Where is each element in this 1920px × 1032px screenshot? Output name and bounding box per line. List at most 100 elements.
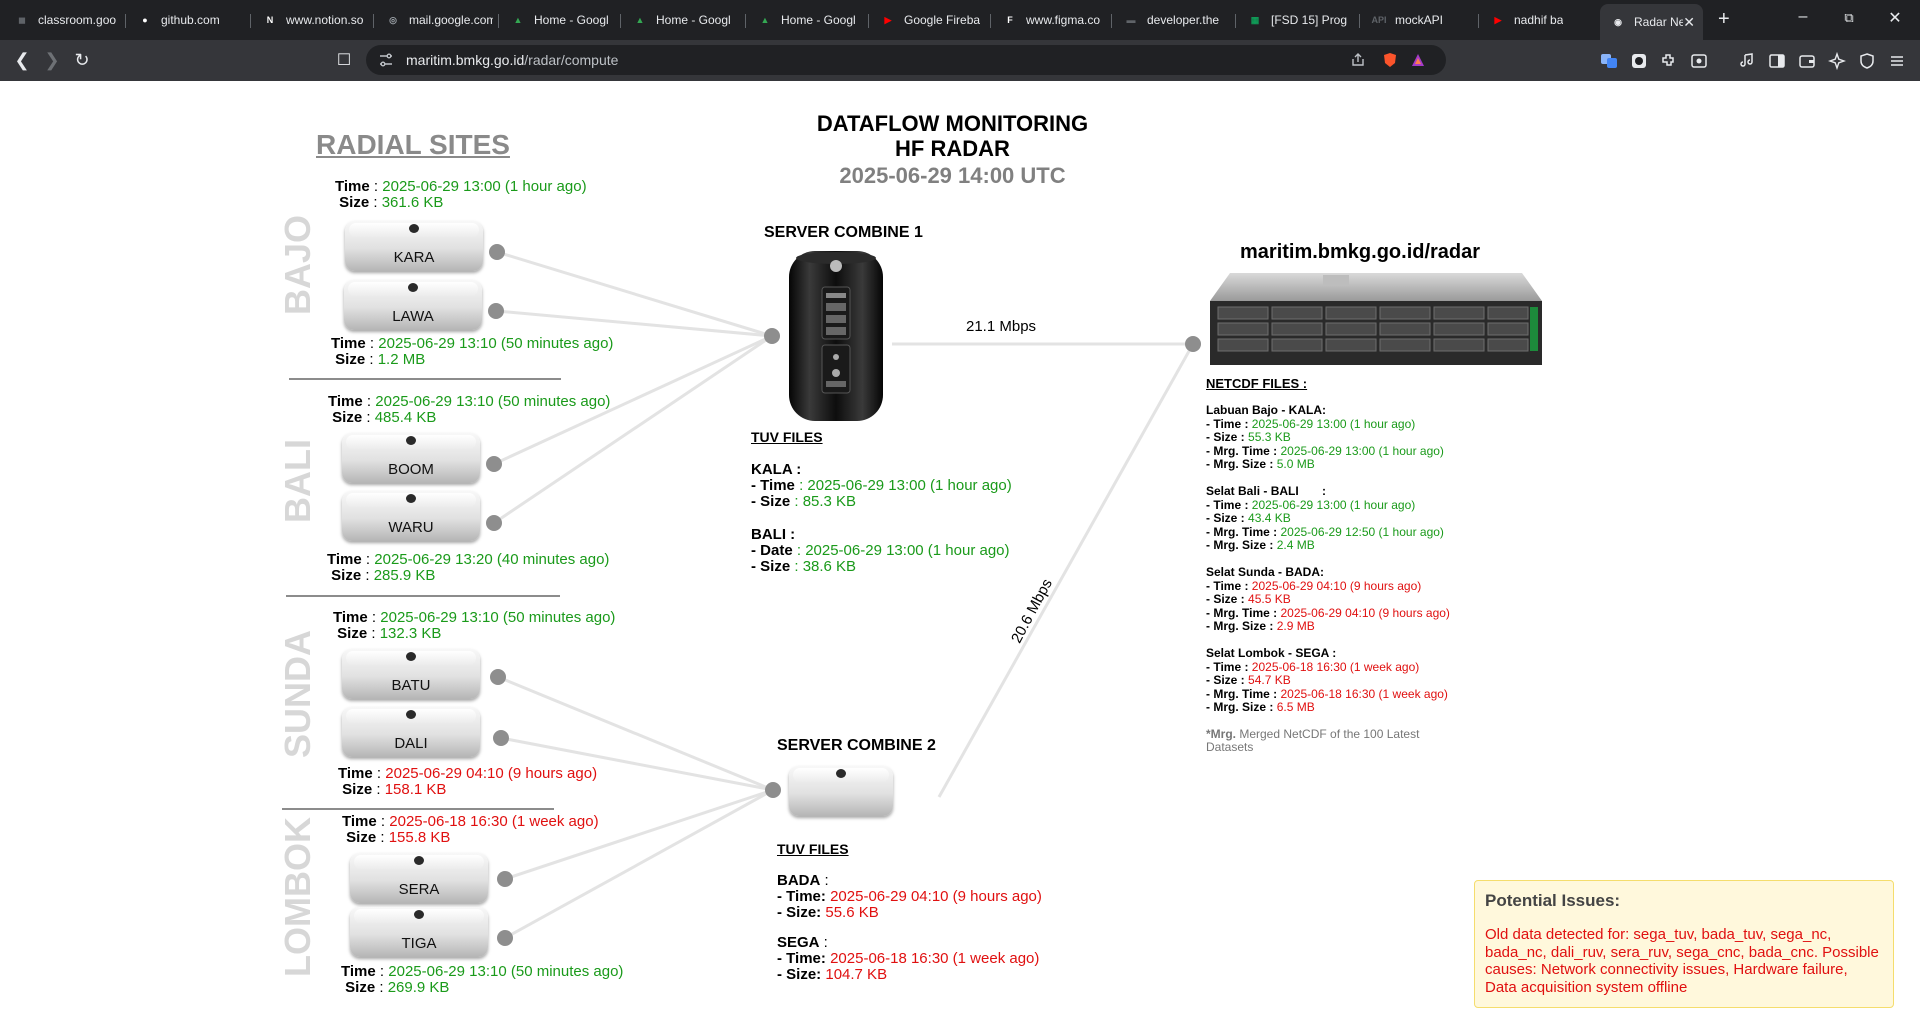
close-tab-icon[interactable]: ✕ xyxy=(1683,14,1695,31)
browser-tab[interactable]: ▲ Home - Googl xyxy=(500,6,618,34)
new-tab-button[interactable]: + xyxy=(1718,8,1730,31)
bali-top-meta: Time : 2025-06-29 13:10 (50 minutes ago)… xyxy=(328,393,611,426)
minimize-icon[interactable]: – xyxy=(1780,8,1826,26)
browser-tab[interactable]: Fwww.figma.co xyxy=(992,6,1110,34)
region-label-bali: BALI xyxy=(277,439,318,523)
youtube-icon: ▶ xyxy=(884,14,892,25)
browser-tab[interactable]: ◼ classroom.goo xyxy=(4,6,122,34)
apple-logo-icon xyxy=(414,910,424,919)
tab-separator xyxy=(1359,14,1360,28)
translate-icon[interactable] xyxy=(1600,52,1618,70)
leo-ai-icon[interactable] xyxy=(1828,52,1846,70)
site-tiga[interactable]: TIGA xyxy=(350,907,488,957)
puzzle-icon[interactable] xyxy=(1660,52,1678,70)
apple-logo-icon xyxy=(409,224,419,233)
sunda-top-size: 132.3 KB xyxy=(379,625,442,642)
site-label: WARU xyxy=(388,519,434,536)
forward-icon[interactable]: ❯ xyxy=(40,48,64,72)
region-label-bajo: BAJO xyxy=(277,214,318,316)
site-lawa[interactable]: LAWA xyxy=(344,280,482,330)
notion-icon: N xyxy=(266,15,274,25)
server2-bada-files: BADA : - Time: 2025-06-29 04:10 (9 hours… xyxy=(777,872,1042,921)
back-icon[interactable]: ❮ xyxy=(10,48,34,72)
tab-title: www.figma.co xyxy=(1026,13,1101,27)
browser-tab[interactable]: ● github.com xyxy=(127,6,245,34)
browser-tab[interactable]: ▲ Home - Googl xyxy=(747,6,865,34)
browser-toolbar: ❮ ❯ ↻ ☐ maritim.bmkg.go.id/radar/compute xyxy=(0,40,1920,81)
site-kara[interactable]: KARA xyxy=(345,221,483,271)
apple-logo-icon xyxy=(406,494,416,503)
extension-2-icon[interactable] xyxy=(1690,52,1708,70)
tab-separator xyxy=(498,14,499,28)
site-label: BATU xyxy=(391,677,431,694)
bookmark-icon[interactable]: ☐ xyxy=(332,48,356,72)
radar-page: DATAFLOW MONITORING HF RADAR 2025-06-29 … xyxy=(0,81,1920,1032)
bali-top-size: 485.4 KB xyxy=(374,409,437,426)
browser-tab[interactable]: ▦ [FSD 15] Prog xyxy=(1237,6,1355,34)
site-label: DALI xyxy=(394,735,428,752)
bajo-top-size: 361.6 KB xyxy=(381,194,444,211)
site-batu[interactable]: BATU xyxy=(342,649,480,699)
brave-rewards-icon[interactable] xyxy=(1410,52,1426,68)
browser-tab[interactable]: ▶ Google Fireba xyxy=(870,6,988,34)
vpn-icon[interactable] xyxy=(1858,52,1876,70)
browser-tab[interactable]: Nwww.notion.so xyxy=(252,6,370,34)
reload-icon[interactable]: ↻ xyxy=(70,48,94,72)
brave-shield-icon[interactable] xyxy=(1382,52,1398,68)
browser-tab[interactable]: ▬ developer.the xyxy=(1113,6,1231,34)
rack-server-icon[interactable] xyxy=(1208,271,1544,371)
mac-pro-server-icon[interactable] xyxy=(786,249,886,424)
extension-1-icon[interactable] xyxy=(1630,52,1648,70)
tab-strip: ◼ classroom.goo ● github.com Nwww.notion.so ◎… xyxy=(0,0,1920,40)
browser-tab[interactable]: API mockAPI xyxy=(1361,6,1479,34)
lombok-top-size: 155.8 KB xyxy=(388,829,451,846)
site-info-icon[interactable] xyxy=(378,52,394,68)
media-icon[interactable] xyxy=(1738,52,1756,70)
sunda-bottom-meta: Time : 2025-06-29 04:10 (9 hours ago) Si… xyxy=(338,765,598,798)
restore-icon[interactable]: ⧉ xyxy=(1826,10,1872,26)
address-bar[interactable]: maritim.bmkg.go.id/radar/compute xyxy=(366,45,1446,75)
share-icon[interactable] xyxy=(1350,52,1366,68)
lombok-top-meta: Time : 2025-06-18 16:30 (1 week ago) Siz… xyxy=(342,813,599,846)
site-dali[interactable]: DALI xyxy=(342,707,480,757)
region-divider xyxy=(286,595,560,597)
tab-separator xyxy=(1111,14,1112,28)
lombok-bottom-meta: Time : 2025-06-29 13:10 (50 minutes ago)… xyxy=(341,963,624,996)
tab-title: github.com xyxy=(161,13,220,27)
tab-title: mockAPI xyxy=(1395,13,1444,27)
site-waru[interactable]: WARU xyxy=(342,491,480,541)
browser-tab[interactable]: ◉ Radar Ne ✕ xyxy=(1600,4,1703,40)
tab-separator xyxy=(125,14,126,28)
server1-bali-size: : 38.6 KB xyxy=(790,558,857,575)
radar-icon: ◉ xyxy=(1614,16,1622,27)
lombok-top-time: 2025-06-18 16:30 (1 week ago) xyxy=(389,813,599,830)
sidebar-icon[interactable] xyxy=(1768,52,1786,70)
lombok-bottom-time: 2025-06-29 13:10 (50 minutes ago) xyxy=(388,963,624,980)
site-sera[interactable]: SERA xyxy=(350,853,488,903)
server1-label: SERVER COMBINE 1 xyxy=(764,224,923,241)
menu-icon[interactable] xyxy=(1888,52,1906,70)
region-divider xyxy=(282,808,554,810)
site-boom[interactable]: BOOM xyxy=(342,433,480,483)
server2-sega-time: 2025-06-18 16:30 (1 week ago) xyxy=(825,950,1040,967)
region-divider xyxy=(289,378,561,380)
server2-sega-size: 104.7 KB xyxy=(821,966,888,983)
netcdf-files-head: NETCDF FILES : xyxy=(1206,376,1308,391)
developer-icon: ▬ xyxy=(1126,15,1136,25)
server1-bali-files: BALI : - Date : 2025-06-29 13:00 (1 hour… xyxy=(751,526,1010,575)
close-window-icon[interactable]: ✕ xyxy=(1872,8,1918,28)
browser-tab[interactable]: ▲ Home - Googl xyxy=(622,6,740,34)
site-label: SERA xyxy=(398,881,440,898)
netcdf-group-sega: Selat Lombok - SEGA : - Time : 2025-06-1… xyxy=(1206,646,1448,714)
server1-kala-time: : 2025-06-29 13:00 (1 hour ago) xyxy=(794,477,1012,494)
browser-tab[interactable]: ▶ nadhif ba xyxy=(1480,6,1598,34)
mac-mini-server-icon[interactable] xyxy=(789,766,893,816)
bajo-bottom-meta: Time : 2025-06-29 13:10 (50 minutes ago)… xyxy=(331,335,614,368)
server2-dot xyxy=(765,782,781,798)
tab-title: Google Fireba xyxy=(904,13,981,27)
browser-tab[interactable]: ◎ mail.google.com xyxy=(375,6,493,34)
server2-label: SERVER COMBINE 2 xyxy=(777,737,936,754)
wallet-icon[interactable] xyxy=(1798,52,1816,70)
tab-separator xyxy=(745,14,746,28)
apple-logo-icon xyxy=(836,769,846,778)
